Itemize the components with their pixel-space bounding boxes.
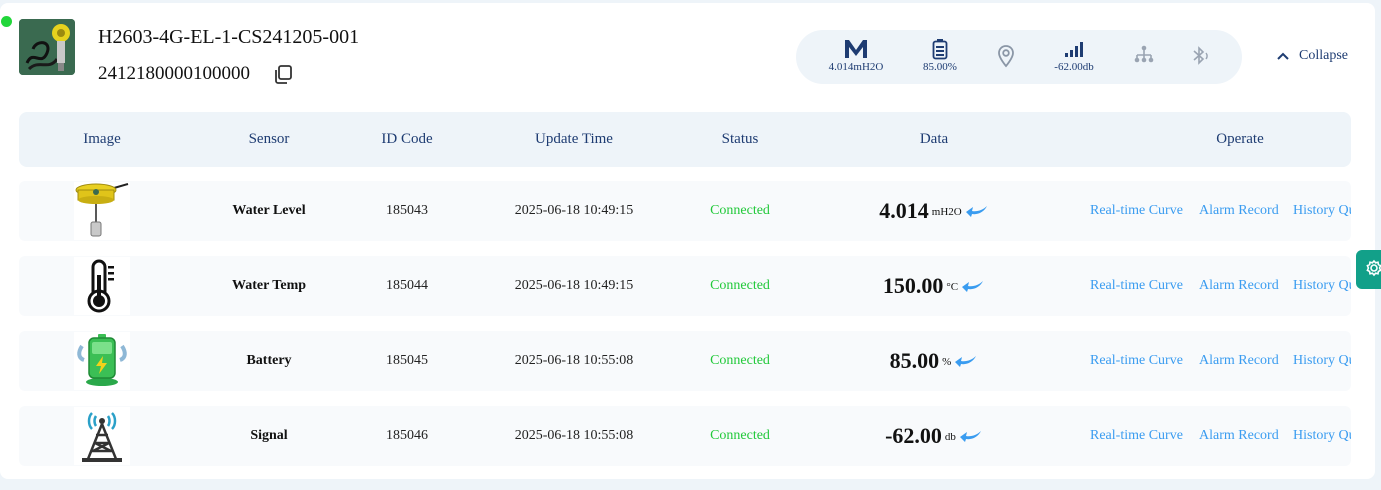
alarm-record-link[interactable]: Alarm Record (1199, 256, 1279, 316)
sensor-table-header: Image Sensor ID Code Update Time Status … (19, 112, 1351, 167)
column-header-update-time: Update Time (535, 131, 613, 147)
status-water-level[interactable]: 4.014mH2O (829, 30, 883, 84)
data-unit: °C (946, 281, 959, 293)
sensor-id: 185043 (386, 203, 428, 218)
data-number: 4.014 (879, 198, 929, 223)
return-arrow-icon (962, 281, 984, 292)
status-network[interactable] (1133, 30, 1155, 84)
return-arrow-icon (959, 431, 981, 442)
data-value: 4.014 mH2O (844, 181, 1024, 241)
sensor-id: 185046 (386, 428, 428, 443)
data-value: 150.00 °C (844, 256, 1024, 316)
column-header-operate: Operate (1216, 131, 1264, 147)
status-badge: Connected (710, 278, 770, 293)
table-row: Signal 185046 2025-06-18 10:55:08 Connec… (19, 406, 1351, 466)
gear-icon (1366, 259, 1381, 277)
status-battery[interactable]: 85.00% (922, 30, 958, 84)
battery-icon (932, 39, 948, 60)
data-unit: db (944, 431, 956, 443)
data-unit: mH2O (931, 206, 962, 218)
column-header-status: Status (721, 131, 759, 147)
device-card: H2603-4G-EL-1-CS241205-001 2412180000100… (0, 3, 1375, 479)
data-unit: % (942, 356, 952, 368)
column-header-id-code: ID Code (381, 131, 433, 147)
table-row: Water Level 185043 2025-06-18 10:49:15 C… (19, 181, 1351, 241)
sensor-name: Water Level (232, 203, 306, 218)
update-time: 2025-06-18 10:55:08 (514, 428, 634, 443)
battery-charging-icon (74, 332, 130, 390)
history-query-link[interactable]: History Qu (1293, 406, 1351, 466)
table-row: Battery 185045 2025-06-18 10:55:08 Conne… (19, 331, 1351, 391)
status-badge: Connected (710, 428, 770, 443)
column-header-sensor: Sensor (248, 131, 290, 147)
history-query-link[interactable]: History Qu (1293, 331, 1351, 391)
device-status-bar: 4.014mH2O 85.00% -62.00db (796, 30, 1242, 84)
status-value: -62.00db (1054, 61, 1094, 73)
history-query-link[interactable]: History Qu (1293, 256, 1351, 316)
realtime-curve-link[interactable]: Real-time Curve (1090, 181, 1183, 241)
realtime-curve-link[interactable]: Real-time Curve (1090, 331, 1183, 391)
device-imei: 2412180000100000 (98, 63, 250, 84)
settings-fab[interactable] (1356, 250, 1381, 289)
return-arrow-icon (965, 206, 987, 217)
return-arrow-icon (955, 356, 977, 367)
status-badge: Connected (710, 203, 770, 218)
data-number: -62.00 (885, 423, 942, 448)
collapse-toggle[interactable]: Collapse (1276, 46, 1348, 66)
data-number: 150.00 (882, 273, 944, 298)
column-header-image: Image (83, 131, 121, 147)
status-location[interactable] (996, 30, 1016, 84)
network-tree-icon (1134, 45, 1154, 63)
sensor-name: Water Temp (231, 278, 307, 293)
status-badge: Connected (710, 353, 770, 368)
signal-bars-icon (1065, 42, 1083, 57)
status-value: 85.00% (923, 61, 957, 73)
status-signal[interactable]: -62.00db (1054, 30, 1094, 84)
column-header-data: Data (919, 131, 949, 147)
alarm-record-link[interactable]: Alarm Record (1199, 181, 1279, 241)
update-time: 2025-06-18 10:49:15 (514, 203, 634, 218)
water-level-sensor-icon (74, 182, 130, 240)
sensor-name: Signal (250, 428, 288, 443)
device-name: H2603-4G-EL-1-CS241205-001 (98, 26, 360, 48)
update-time: 2025-06-18 10:55:08 (514, 353, 634, 368)
realtime-curve-link[interactable]: Real-time Curve (1090, 406, 1183, 466)
bluetooth-icon (1193, 46, 1208, 65)
table-row: Water Temp 185044 2025-06-18 10:49:15 Co… (19, 256, 1351, 316)
realtime-curve-link[interactable]: Real-time Curve (1090, 256, 1183, 316)
copy-icon[interactable] (273, 64, 293, 85)
online-status-dot (1, 16, 12, 27)
sensor-name: Battery (246, 353, 292, 368)
status-value: 4.014mH2O (828, 61, 884, 73)
history-query-link[interactable]: History Qu (1293, 181, 1351, 241)
alarm-record-link[interactable]: Alarm Record (1199, 406, 1279, 466)
thermometer-icon (74, 257, 130, 315)
alarm-record-link[interactable]: Alarm Record (1199, 331, 1279, 391)
sensor-id: 185045 (386, 353, 428, 368)
status-bluetooth[interactable] (1189, 30, 1211, 84)
update-time: 2025-06-18 10:49:15 (514, 278, 634, 293)
chevron-up-icon (1277, 52, 1289, 60)
m-logo-icon (845, 40, 867, 58)
data-number: 85.00 (889, 348, 940, 373)
collapse-label: Collapse (1299, 48, 1348, 63)
signal-tower-icon (74, 407, 130, 465)
data-value: 85.00 % (844, 331, 1024, 391)
location-pin-icon (998, 45, 1014, 68)
data-value: -62.00 db (844, 406, 1024, 466)
sensor-id: 185044 (386, 278, 428, 293)
device-thumbnail (19, 19, 75, 75)
